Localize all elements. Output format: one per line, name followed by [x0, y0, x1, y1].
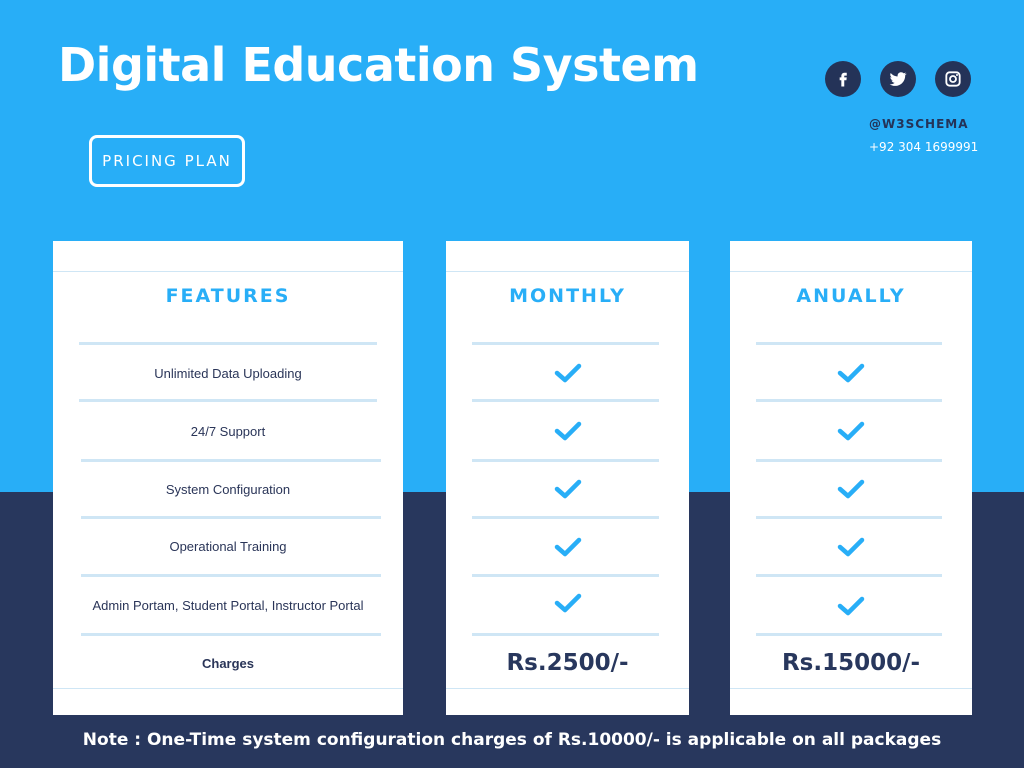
checkmark-icon	[446, 519, 689, 574]
card-top-divider	[730, 271, 972, 272]
checkmark-icon	[730, 462, 972, 516]
monthly-plan-header: MONTHLY	[509, 285, 626, 307]
page-title: Digital Education System	[58, 38, 699, 92]
annual-price-value: Rs.15000/-	[781, 650, 921, 676]
feature-label: 24/7 Support	[190, 423, 266, 439]
charges-label: Charges	[201, 655, 255, 671]
checkmark-icon	[730, 345, 972, 401]
monthly-price: Rs.2500/-	[446, 637, 689, 689]
checkmark-icon	[730, 402, 972, 460]
feature-row: 24/7 Support	[53, 402, 403, 460]
card-bottom-divider	[446, 688, 689, 689]
checkmark-icon	[446, 462, 689, 516]
monthly-price-value: Rs.2500/-	[506, 650, 629, 676]
card-top-divider	[446, 271, 689, 272]
charges-row: Charges	[53, 637, 403, 689]
annual-plan-header: ANUALLY	[796, 285, 906, 307]
phone-number: +92 304 1699991	[869, 140, 979, 154]
feature-row: Operational Training	[53, 519, 403, 574]
row-divider	[472, 633, 659, 636]
checkmark-icon	[446, 402, 689, 460]
facebook-icon[interactable]	[825, 61, 861, 97]
feature-row: Unlimited Data Uploading	[53, 345, 403, 401]
card-top-divider	[53, 271, 403, 272]
feature-label: System Configuration	[165, 481, 291, 497]
row-divider	[81, 633, 381, 636]
feature-row: Admin Portam, Student Portal, Instructor…	[53, 577, 403, 633]
checkmark-icon	[446, 575, 689, 631]
features-header: FEATURES	[165, 285, 291, 307]
checkmark-icon	[446, 345, 689, 401]
card-bottom-divider	[53, 688, 403, 689]
checkmark-icon	[730, 578, 972, 634]
monthly-plan-card: MONTHLY Rs.2500/-	[446, 241, 689, 715]
twitter-icon[interactable]	[880, 61, 916, 97]
checkmark-icon	[730, 519, 972, 574]
row-divider	[756, 574, 942, 577]
instagram-icon[interactable]	[935, 61, 971, 97]
features-card: FEATURES Unlimited Data Uploading 24/7 S…	[53, 241, 403, 715]
annual-plan-card: ANUALLY Rs.15000/-	[730, 241, 972, 715]
social-handle: @W3SCHEMA	[869, 117, 969, 131]
feature-label: Admin Portam, Student Portal, Instructor…	[92, 597, 364, 613]
feature-row: System Configuration	[53, 462, 403, 516]
pricing-plan-button[interactable]: PRICING PLAN	[89, 135, 245, 187]
card-bottom-divider	[730, 688, 972, 689]
feature-label: Operational Training	[169, 539, 287, 554]
footer-note: Note : One-Time system configuration cha…	[82, 730, 942, 750]
annual-price: Rs.15000/-	[730, 637, 972, 689]
row-divider	[756, 633, 942, 636]
feature-label: Unlimited Data Uploading	[154, 365, 302, 381]
